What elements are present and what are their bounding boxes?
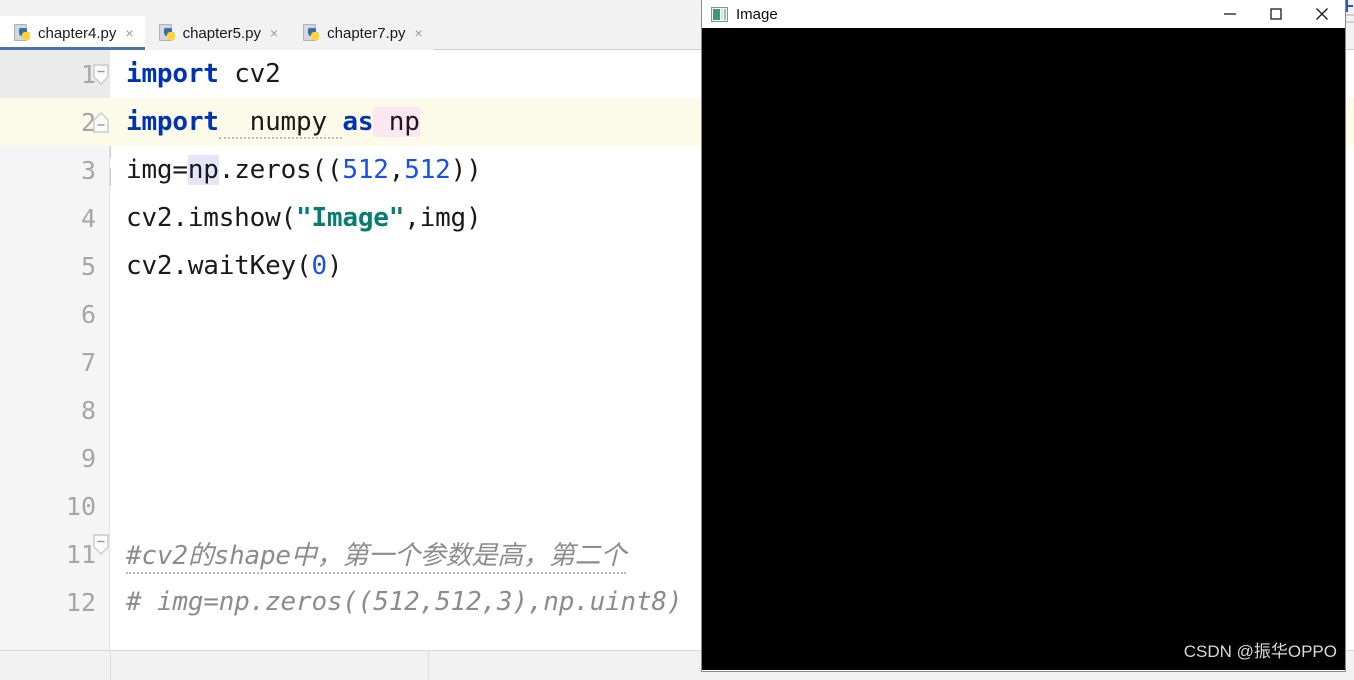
- fold-marker-icon[interactable]: [91, 112, 111, 132]
- tab-label: chapter5.py: [183, 25, 261, 42]
- tab-chapter4-py[interactable]: chapter4.py ×: [0, 16, 145, 50]
- fold-marker-icon[interactable]: [91, 64, 111, 84]
- line-number: 8: [0, 396, 96, 425]
- token-plain: )): [451, 155, 482, 185]
- code-text: cv2.imshow("Image",img): [126, 203, 481, 233]
- line-number: 3: [0, 156, 96, 185]
- line-number: 4: [0, 204, 96, 233]
- status-bar-separator: [428, 650, 429, 680]
- code-text: import numpy as np: [126, 107, 420, 137]
- token-plain: ): [327, 251, 342, 281]
- token-identifier: numpy: [219, 107, 343, 139]
- tab-close-icon[interactable]: ×: [415, 26, 423, 40]
- token-plain: ,: [389, 155, 404, 185]
- watermark-text: CSDN @振华OPPO: [1184, 637, 1337, 662]
- token-plain: img=: [126, 155, 188, 185]
- token-number: 0: [311, 251, 326, 281]
- tab-close-icon[interactable]: ×: [125, 26, 133, 40]
- token-keyword: as: [342, 107, 373, 137]
- line-number: 11: [0, 540, 96, 569]
- line-number: 7: [0, 348, 96, 377]
- window-title-bar[interactable]: Image: [702, 0, 1345, 28]
- token-plain: cv2.imshow(: [126, 203, 296, 233]
- token-number: 512: [404, 155, 450, 185]
- editor-tab-strip: chapter4.py × chapter5.py × chapter7.py …: [0, 16, 434, 50]
- window-controls: [1207, 0, 1345, 28]
- tab-label: chapter4.py: [38, 25, 116, 42]
- line-number: 6: [0, 300, 96, 329]
- tab-close-icon[interactable]: ×: [270, 26, 278, 40]
- python-file-icon: [303, 24, 320, 43]
- code-text: cv2.waitKey(0): [126, 251, 342, 281]
- line-number: 2: [0, 108, 96, 137]
- maximize-button[interactable]: [1253, 0, 1299, 28]
- image-canvas[interactable]: CSDN @振华OPPO: [702, 28, 1345, 670]
- screen-root: chapter4.py × chapter5.py × chapter7.py …: [0, 0, 1354, 680]
- close-button[interactable]: [1299, 0, 1345, 28]
- python-file-icon: [159, 24, 176, 43]
- status-bar-separator: [110, 650, 111, 680]
- token-keyword: import: [126, 107, 219, 137]
- line-number: 9: [0, 444, 96, 473]
- token-plain: ,img): [404, 203, 481, 233]
- token-plain: cv2.waitKey(: [126, 251, 311, 281]
- token-identifier-np: np: [373, 107, 419, 137]
- code-text: import cv2: [126, 59, 281, 89]
- token-identifier: cv2: [219, 59, 281, 89]
- image-preview-icon: [711, 7, 728, 22]
- tab-chapter7-py[interactable]: chapter7.py ×: [289, 16, 434, 50]
- tab-chapter5-py[interactable]: chapter5.py ×: [145, 16, 290, 50]
- line-number: 12: [0, 588, 96, 617]
- code-comment-text: #cv2的shape中，第一个参数是高，第二个: [126, 535, 626, 574]
- token-string: "Image": [296, 203, 404, 233]
- python-file-icon: [14, 24, 31, 43]
- line-number: 10: [0, 492, 96, 521]
- fold-marker-icon[interactable]: [91, 534, 111, 554]
- token-identifier-np: np: [188, 155, 219, 185]
- line-number: 1: [0, 60, 96, 89]
- minimize-button[interactable]: [1207, 0, 1253, 28]
- token-number: 512: [342, 155, 388, 185]
- opencv-image-window[interactable]: Image: [701, 0, 1346, 672]
- code-comment-text: # img=np.zeros((512,512,3),np.uint8): [126, 587, 682, 617]
- tab-label: chapter7.py: [327, 25, 405, 42]
- token-keyword: import: [126, 59, 219, 89]
- token-plain: .zeros((: [219, 155, 343, 185]
- code-text: img=np.zeros((512,512)): [126, 155, 482, 185]
- window-title: Image: [736, 6, 778, 23]
- line-number: 5: [0, 252, 96, 281]
